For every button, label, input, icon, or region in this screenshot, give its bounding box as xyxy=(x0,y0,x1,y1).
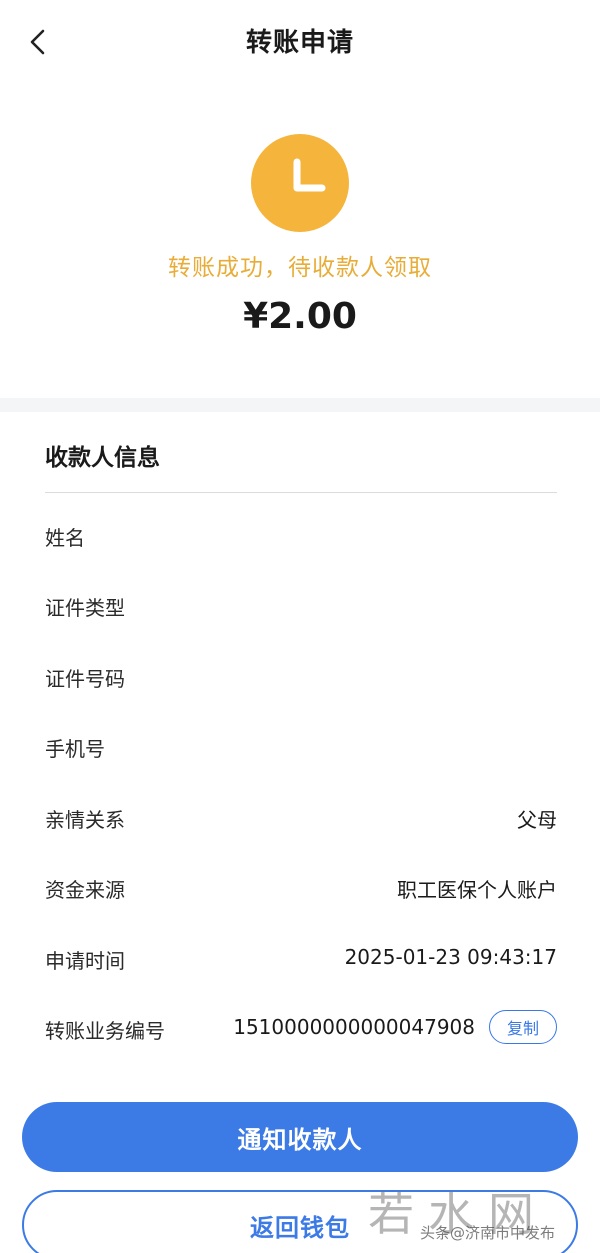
clock-icon xyxy=(251,134,349,232)
top-bar: 转账申请 xyxy=(0,0,600,84)
row-label: 手机号 xyxy=(45,737,105,761)
payee-section-title: 收款人信息 xyxy=(45,445,160,471)
section-separator xyxy=(0,398,600,412)
info-row-relationship: 亲情关系 父母 xyxy=(45,796,557,836)
transfer-amount: ¥2.00 xyxy=(243,296,357,337)
row-label: 证件号码 xyxy=(45,667,125,691)
row-value: 父母 xyxy=(517,808,557,832)
info-row-apply-time: 申请时间 2025-01-23 09:43:17 xyxy=(45,937,557,977)
row-label: 亲情关系 xyxy=(45,808,125,832)
row-label: 申请时间 xyxy=(45,949,125,973)
row-label: 姓名 xyxy=(45,526,85,550)
info-row-id-number: 证件号码 xyxy=(45,655,557,695)
transfer-status-text: 转账成功，待收款人领取 xyxy=(168,255,432,281)
info-row-fund-source: 资金来源 职工医保个人账户 xyxy=(45,866,557,906)
row-value: 2025-01-23 09:43:17 xyxy=(344,945,557,969)
row-value: 职工医保个人账户 xyxy=(397,878,557,902)
watermark-caption: 头条@济南市中发布 xyxy=(420,1224,556,1242)
section-divider xyxy=(45,492,557,493)
transfer-request-page: 转账申请 转账成功，待收款人领取 ¥2.00 收款人信息 姓名 证件类型 证件号… xyxy=(0,0,600,1253)
business-number-value: 1510000000000047908 xyxy=(233,1015,475,1039)
row-label: 资金来源 xyxy=(45,878,125,902)
page-title: 转账申请 xyxy=(245,28,354,58)
copy-button[interactable]: 复制 xyxy=(489,1010,557,1044)
row-label: 转账业务编号 xyxy=(45,1019,165,1043)
info-row-phone: 手机号 xyxy=(45,725,557,765)
row-label: 证件类型 xyxy=(45,596,125,620)
info-row-id-type: 证件类型 xyxy=(45,584,557,624)
info-row-name: 姓名 xyxy=(45,514,557,554)
notify-payee-button[interactable]: 通知收款人 xyxy=(22,1102,578,1172)
info-row-business-number: 转账业务编号 1510000000000047908 复制 xyxy=(45,1007,557,1047)
